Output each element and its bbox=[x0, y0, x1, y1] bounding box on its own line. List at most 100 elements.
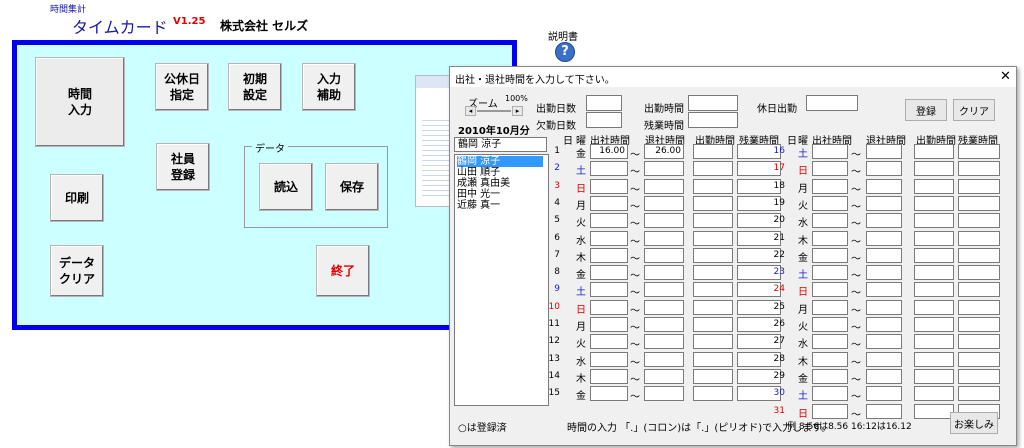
save-button[interactable]: 保存 bbox=[325, 163, 379, 211]
out-time-cell[interactable] bbox=[866, 299, 902, 315]
overtime-cell[interactable] bbox=[958, 161, 1000, 177]
out-time-cell[interactable] bbox=[866, 144, 902, 159]
in-time-cell[interactable]: 16.00 bbox=[590, 144, 628, 159]
overtime-cell[interactable] bbox=[958, 317, 1000, 332]
work-time-cell[interactable] bbox=[914, 317, 954, 332]
in-time-cell[interactable] bbox=[590, 282, 628, 298]
in-time-cell[interactable] bbox=[590, 299, 628, 315]
work-days-field[interactable] bbox=[586, 95, 622, 111]
work-time-cell[interactable] bbox=[914, 299, 954, 315]
work-time-cell[interactable] bbox=[693, 144, 733, 159]
out-time-cell[interactable] bbox=[644, 351, 684, 367]
work-time-cell[interactable] bbox=[914, 334, 954, 350]
in-time-cell[interactable] bbox=[812, 213, 848, 229]
input-assist-button[interactable]: 入力 補助 bbox=[302, 63, 356, 111]
in-time-cell[interactable] bbox=[590, 230, 628, 246]
employee-item[interactable]: 鶴岡 涼子 bbox=[457, 156, 543, 167]
work-time-cell[interactable] bbox=[914, 230, 954, 246]
register-button[interactable]: 登録 bbox=[905, 99, 947, 121]
overtime-cell[interactable] bbox=[958, 178, 1000, 194]
in-time-cell[interactable] bbox=[590, 213, 628, 229]
out-time-cell[interactable] bbox=[644, 386, 684, 402]
overtime-cell[interactable] bbox=[958, 386, 1000, 402]
employee-item[interactable]: 成瀬 真由美 bbox=[457, 178, 510, 189]
close-icon[interactable]: ✕ bbox=[1000, 69, 1011, 84]
work-time-cell[interactable] bbox=[693, 213, 733, 229]
out-time-cell[interactable] bbox=[644, 247, 684, 263]
in-time-cell[interactable] bbox=[812, 368, 848, 384]
out-time-cell[interactable] bbox=[866, 178, 902, 194]
work-time-cell[interactable] bbox=[914, 144, 954, 159]
data-clear-button[interactable]: データ クリア bbox=[50, 245, 104, 297]
out-time-cell[interactable] bbox=[866, 213, 902, 229]
exit-button[interactable]: 終了 bbox=[316, 245, 370, 297]
in-time-cell[interactable] bbox=[812, 247, 848, 263]
out-time-cell[interactable] bbox=[644, 368, 684, 384]
out-time-cell[interactable] bbox=[644, 282, 684, 298]
in-time-cell[interactable] bbox=[812, 403, 848, 419]
overtime-cell[interactable] bbox=[958, 247, 1000, 263]
overtime-cell[interactable] bbox=[958, 265, 1000, 281]
work-time-cell[interactable] bbox=[693, 317, 733, 332]
in-time-cell[interactable] bbox=[812, 386, 848, 402]
work-time-field[interactable] bbox=[688, 95, 738, 111]
work-time-cell[interactable] bbox=[693, 368, 733, 384]
work-time-cell[interactable] bbox=[914, 247, 954, 263]
holiday-button[interactable]: 公休日 指定 bbox=[155, 63, 209, 111]
overtime-cell[interactable] bbox=[958, 334, 1000, 350]
out-time-cell[interactable] bbox=[644, 230, 684, 246]
employee-item[interactable]: 山田 順子 bbox=[457, 167, 500, 178]
overtime-cell[interactable] bbox=[958, 213, 1000, 229]
out-time-cell[interactable] bbox=[866, 265, 902, 281]
work-time-cell[interactable] bbox=[914, 386, 954, 402]
in-time-cell[interactable] bbox=[812, 161, 848, 177]
in-time-cell[interactable] bbox=[812, 265, 848, 281]
in-time-cell[interactable] bbox=[812, 351, 848, 367]
work-time-cell[interactable] bbox=[914, 178, 954, 194]
in-time-cell[interactable] bbox=[590, 247, 628, 263]
work-time-cell[interactable] bbox=[693, 247, 733, 263]
work-time-cell[interactable] bbox=[914, 368, 954, 384]
out-time-cell[interactable] bbox=[866, 161, 902, 177]
work-time-cell[interactable] bbox=[693, 161, 733, 177]
in-time-cell[interactable] bbox=[590, 265, 628, 281]
work-time-cell[interactable] bbox=[693, 299, 733, 315]
initial-settings-button[interactable]: 初期 設定 bbox=[228, 63, 282, 111]
time-input-button[interactable]: 時間 入力 bbox=[35, 57, 125, 147]
overtime-cell[interactable] bbox=[958, 230, 1000, 246]
work-time-cell[interactable] bbox=[693, 351, 733, 367]
fun-button[interactable]: お楽しみ bbox=[950, 412, 998, 434]
work-time-cell[interactable] bbox=[693, 334, 733, 350]
employee-list[interactable]: 鶴岡 涼子 山田 順子 成瀬 真由美 田中 光一 近藤 真一 bbox=[454, 154, 549, 406]
work-time-cell[interactable] bbox=[914, 265, 954, 281]
in-time-cell[interactable] bbox=[812, 299, 848, 315]
zoom-out-arrow-icon[interactable]: ◂ bbox=[465, 106, 476, 116]
out-time-cell[interactable] bbox=[644, 299, 684, 315]
overtime-cell[interactable] bbox=[958, 144, 1000, 159]
out-time-cell[interactable] bbox=[866, 386, 902, 402]
print-button[interactable]: 印刷 bbox=[50, 174, 104, 222]
out-time-cell[interactable] bbox=[866, 282, 902, 298]
in-time-cell[interactable] bbox=[590, 178, 628, 194]
out-time-cell[interactable] bbox=[866, 195, 902, 211]
in-time-cell[interactable] bbox=[590, 195, 628, 211]
work-time-cell[interactable] bbox=[914, 403, 954, 419]
overtime-cell[interactable] bbox=[958, 299, 1000, 315]
absent-days-field[interactable] bbox=[586, 112, 622, 128]
work-time-cell[interactable] bbox=[693, 178, 733, 194]
out-time-cell[interactable] bbox=[866, 317, 902, 332]
in-time-cell[interactable] bbox=[590, 317, 628, 332]
in-time-cell[interactable] bbox=[812, 144, 848, 159]
in-time-cell[interactable] bbox=[590, 386, 628, 402]
in-time-cell[interactable] bbox=[812, 334, 848, 350]
in-time-cell[interactable] bbox=[590, 351, 628, 367]
out-time-cell[interactable] bbox=[644, 334, 684, 350]
employee-item[interactable]: 近藤 真一 bbox=[457, 200, 500, 211]
work-time-cell[interactable] bbox=[914, 282, 954, 298]
out-time-cell[interactable] bbox=[866, 247, 902, 263]
work-time-cell[interactable] bbox=[914, 351, 954, 367]
out-time-cell[interactable] bbox=[866, 351, 902, 367]
load-button[interactable]: 読込 bbox=[259, 163, 313, 211]
work-time-cell[interactable] bbox=[693, 230, 733, 246]
work-time-cell[interactable] bbox=[693, 265, 733, 281]
